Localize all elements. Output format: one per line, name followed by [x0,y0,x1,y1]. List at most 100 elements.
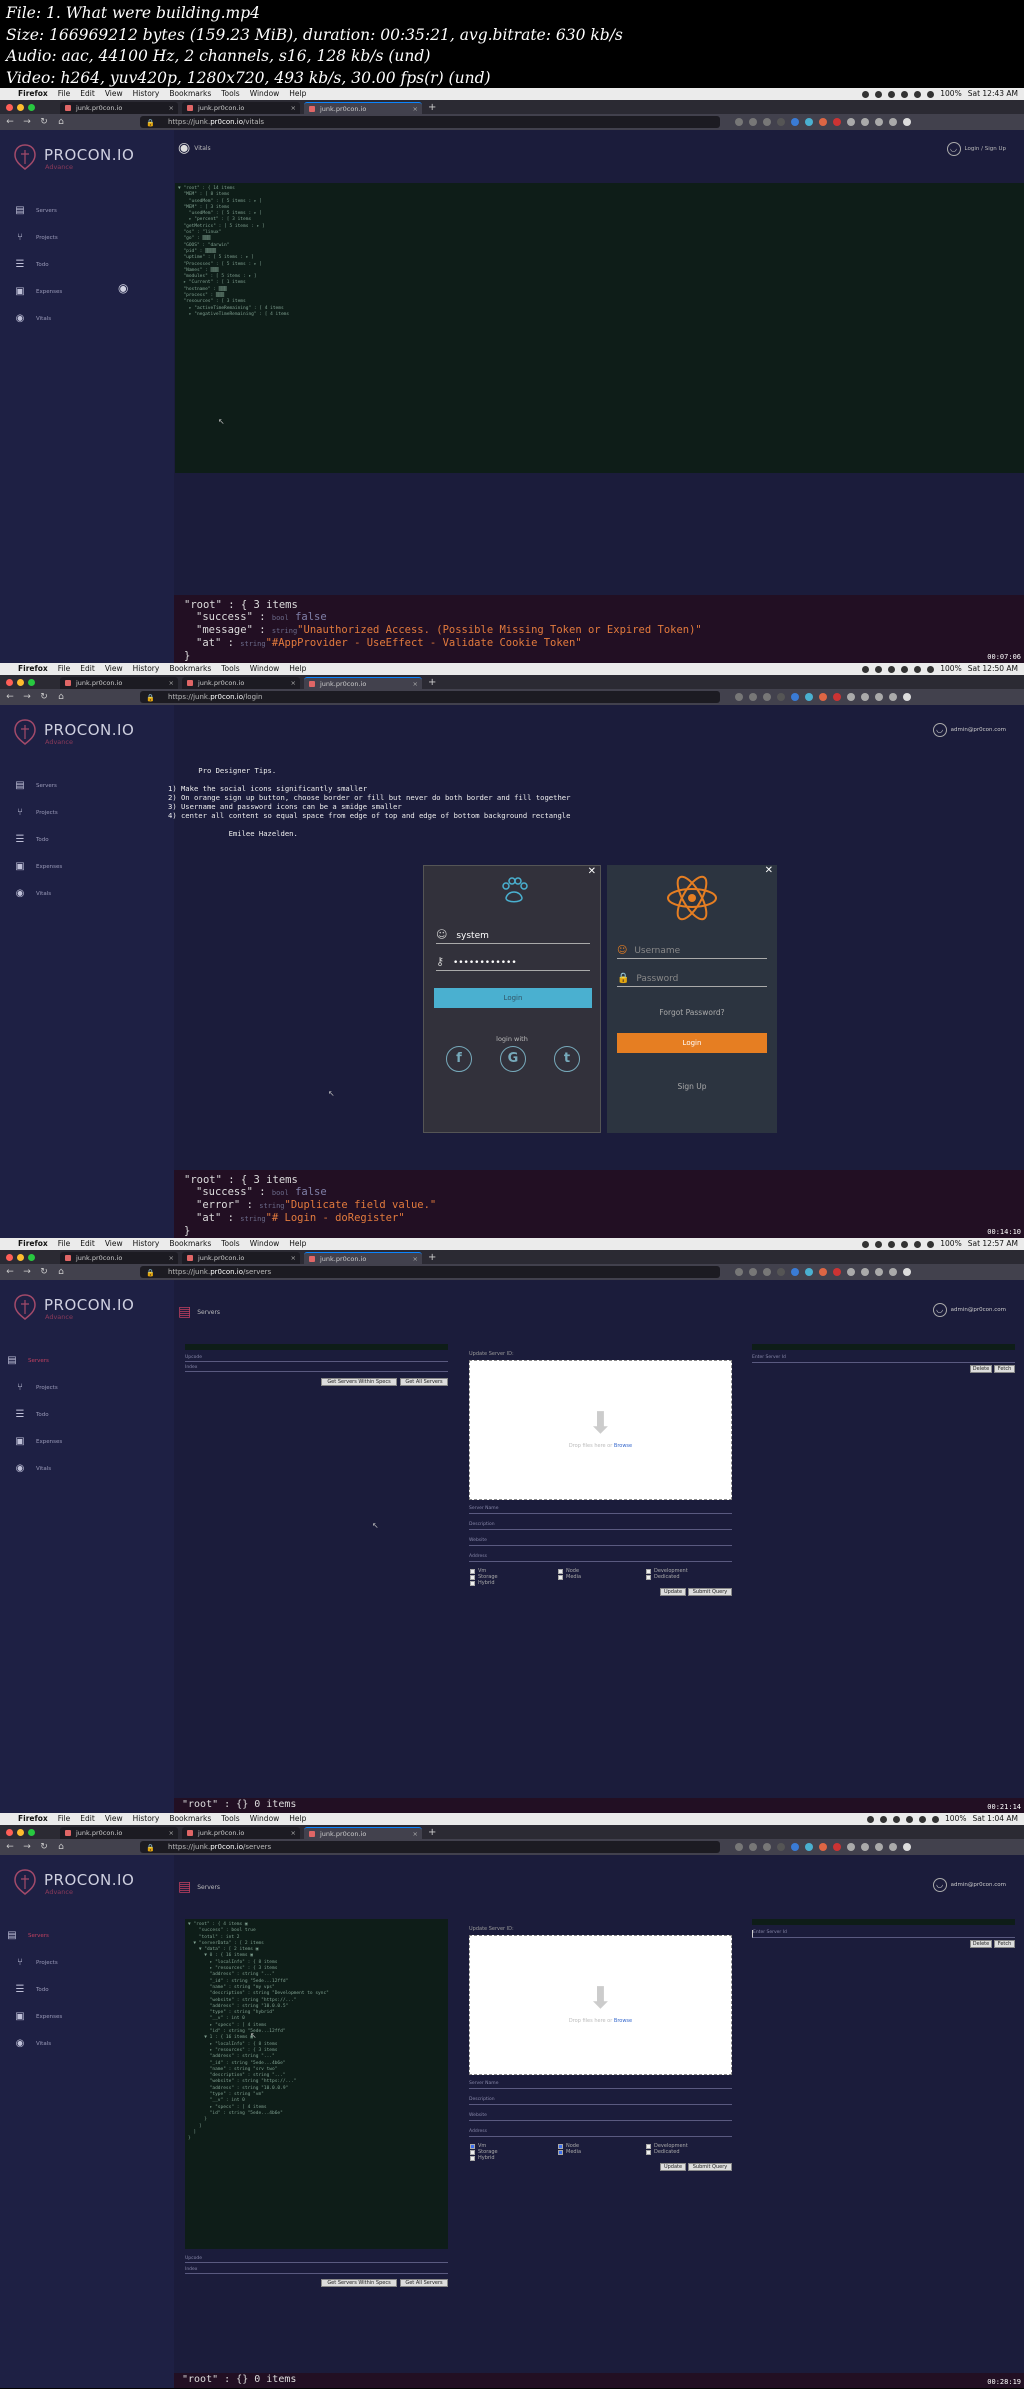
video-timestamp: 00:07:06 [987,653,1021,661]
update-title: Update Server ID: [469,1351,514,1357]
address-field[interactable]: Address [469,2129,732,2137]
video-timestamp: 00:14:10 [987,1228,1021,1236]
json-key: "message" [196,624,253,636]
avatar-icon: ◡ [932,1303,947,1317]
user-icon: ☺ [617,945,628,956]
lock-icon: 🔒 [617,973,630,984]
browse-link[interactable]: Browse [614,2018,632,2024]
user-menu[interactable]: ◡ admin@pr0con.com [932,1303,1006,1317]
checkbox-label: Hybrid [478,1580,495,1586]
json-root: "root" : { 3 items [184,599,298,611]
upcode-field[interactable]: Upcode [185,2256,448,2263]
password-placeholder: Password [636,974,679,984]
forgot-password-link[interactable]: Forgot Password? [607,1008,777,1017]
json-root: "root" : { 3 items [184,1174,298,1186]
json-type: string [240,640,266,648]
checkbox-box[interactable] [646,1568,651,1574]
checkbox-media[interactable]: Media [558,2149,581,2155]
close-icon[interactable]: ✕ [588,866,596,877]
description-field[interactable]: Description [469,2097,732,2105]
get-servers-within-specs-button[interactable]: Get Servers Within Specs [321,2279,397,2287]
checkbox-media[interactable]: Media [558,1574,581,1580]
user-menu[interactable]: ◡ admin@pr0con.com [932,1878,1006,1892]
password-field[interactable]: ⚷ •••••••••••• [436,955,590,971]
video-timestamp: 00:21:14 [987,1803,1021,1811]
file-upload-dropzone[interactable]: ⬇ Drop files here or Browse [469,1360,732,1500]
checkbox-box[interactable] [646,2143,651,2149]
fetch-button[interactable]: Fetch [994,1940,1015,1948]
close-icon[interactable]: ✕ [765,865,773,876]
page-label: Servers [197,1308,221,1316]
server-name-field[interactable]: Server Name [469,2081,732,2089]
json-root: "root" : {} 0 items [182,2374,297,2385]
website-field[interactable]: Website [469,1538,732,1546]
json-tree: ▼ "root" : { 14 items "MEM" : [ 8 items … [175,183,1024,473]
orange-login-button[interactable]: Login [617,1033,767,1053]
json-key: "success" [196,611,253,623]
checkbox-box[interactable] [646,2149,651,2155]
update-button[interactable]: Update [660,2163,686,2171]
checkbox-box[interactable] [558,1568,563,1574]
checkbox-box[interactable] [470,1574,475,1580]
vitals-eye-icon[interactable]: ◉ [118,281,128,295]
login-card: ✕ ☺ system ⚷ •••••••••••• Login login wi… [423,865,601,1133]
signup-username-field[interactable]: ☺ Username [617,945,767,959]
delete-button[interactable]: Delete [970,1940,992,1948]
login-link[interactable]: ◡ Login / Sign Up [946,142,1006,156]
json-type: string [259,1202,285,1210]
fetch-button[interactable]: Fetch [994,1365,1015,1373]
submit-query-button[interactable]: Submit Query [688,1588,732,1596]
sign-up-link[interactable]: Sign Up [607,1082,777,1091]
dropzone-text: Drop files here or Browse [470,2018,731,2024]
json-key: "error" [196,1199,241,1211]
checkbox-dedicated[interactable]: Dedicated [646,1574,680,1580]
checkbox-box[interactable] [470,2149,475,2155]
server-id-field[interactable]: Enter Server Id [752,1930,1015,1938]
paw-logo-icon [502,877,528,903]
checkbox-label: Media [566,1574,582,1580]
get-all-servers-button[interactable]: Get All Servers [400,2279,448,2287]
checkbox-label: Hybrid [478,2155,495,2161]
checkbox-hybrid[interactable]: Hybrid [470,2155,495,2161]
facebook-icon[interactable]: f [446,1046,472,1072]
signup-card: ✕ ☺ Username 🔒 Password Forgot Password?… [607,865,777,1133]
google-icon[interactable]: G [500,1046,526,1072]
checkbox-hybrid[interactable]: Hybrid [470,1580,495,1586]
website-field[interactable]: Website [469,2113,732,2121]
server-name-field[interactable]: Server Name [469,1506,732,1514]
checkbox-label: Media [566,2149,582,2155]
login-link-label: Login / Sign Up [964,146,1006,152]
user-menu[interactable]: ◡ admin@pr0con.com [932,723,1006,737]
login-with-label: login with [496,1035,528,1043]
index-field[interactable]: Index [185,2267,448,2274]
checkbox-box[interactable] [470,1580,475,1586]
login-button[interactable]: Login [434,988,592,1008]
get-servers-within-specs-button[interactable]: Get Servers Within Specs [321,1378,397,1386]
checkbox-box[interactable] [646,1574,651,1580]
submit-query-button[interactable]: Submit Query [688,2163,732,2171]
react-logo-icon [667,875,717,921]
checkbox-dedicated[interactable]: Dedicated [646,2149,680,2155]
get-all-servers-button[interactable]: Get All Servers [400,1378,448,1386]
index-field[interactable]: Index [185,1365,448,1372]
address-field[interactable]: Address [469,1554,732,1562]
update-button[interactable]: Update [660,1588,686,1596]
checkbox-box[interactable] [470,1568,475,1574]
description-field[interactable]: Description [469,1522,732,1530]
checkbox-box[interactable] [470,2155,475,2161]
signup-password-field[interactable]: 🔒 Password [617,973,767,987]
twitter-icon[interactable]: t [554,1046,580,1072]
video-timestamp: 00:28:19 [987,2378,1021,2386]
username-field[interactable]: ☺ system [436,928,590,944]
checkbox-box[interactable] [558,2149,563,2155]
json-value: false [295,1186,327,1198]
upcode-field[interactable]: Upcode [185,1355,448,1362]
checkbox-box[interactable] [558,1574,563,1580]
server-id-field[interactable]: Enter Server Id [752,1355,1015,1363]
file-upload-dropzone[interactable]: ⬇ Drop files here or Browse [469,1935,732,2075]
mouse-cursor-icon: ↖ [250,2031,257,2040]
checkbox-box[interactable] [470,2143,475,2149]
browse-link[interactable]: Browse [614,1443,632,1449]
delete-button[interactable]: Delete [970,1365,992,1373]
checkbox-box[interactable] [558,2143,563,2149]
